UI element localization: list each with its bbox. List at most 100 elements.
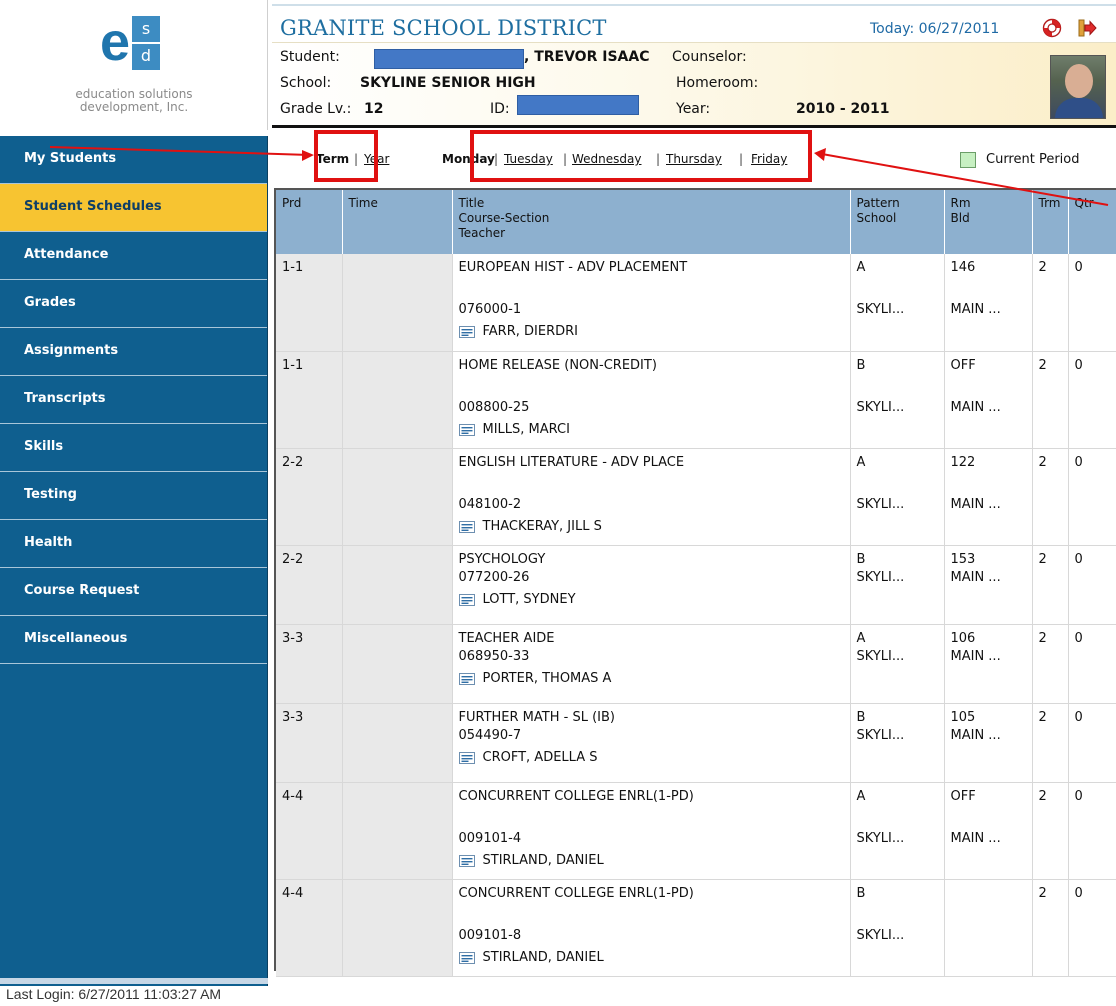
sidebar-item-transcripts[interactable]: Transcripts	[0, 376, 267, 424]
course-section: 009101-4	[458, 830, 522, 846]
teacher: CROFT, ADELLA S	[458, 749, 844, 766]
cell-time	[342, 624, 453, 704]
table-row: 3-3 TEACHER AIDE 068950-33 PORTER, THOMA…	[276, 624, 1116, 704]
cell-pattern: A SKYLI...	[850, 254, 945, 352]
cell-course: PSYCHOLOGY 077200-26 LOTT, SYDNEY	[452, 545, 851, 625]
cell-time	[342, 545, 453, 625]
cell-qtr: 0	[1068, 703, 1116, 783]
sidebar-item-grades[interactable]: Grades	[0, 280, 267, 328]
counselor-label: Counselor:	[672, 49, 747, 65]
school: SKYLI...	[856, 399, 905, 415]
district-name: GRANITE SCHOOL DISTRICT	[280, 16, 607, 40]
cell-time	[342, 448, 453, 546]
cell-qtr: 0	[1068, 254, 1116, 352]
grade-value: 12	[364, 101, 384, 117]
course-section: 048100-2	[458, 496, 522, 512]
cell-course: TEACHER AIDE 068950-33 PORTER, THOMAS A	[452, 624, 851, 704]
sidebar-nav: My Students Student Schedules Attendance…	[0, 136, 268, 986]
sidebar-item-testing[interactable]: Testing	[0, 472, 267, 520]
sidebar-item-miscellaneous[interactable]: Miscellaneous	[0, 616, 267, 664]
building: MAIN ...	[950, 569, 1001, 585]
course-section: 076000-1	[458, 302, 522, 317]
photo-face	[1065, 64, 1093, 98]
pattern: A	[856, 630, 866, 646]
sidebar-item-my-students[interactable]: My Students	[0, 136, 267, 184]
email-teacher-icon[interactable]	[458, 593, 475, 606]
room-spacer	[951, 276, 1026, 292]
room: 153	[950, 551, 976, 567]
school-value: SKYLINE SENIOR HIGH	[360, 75, 536, 91]
teacher-name: CROFT, ADELLA S	[482, 749, 598, 765]
course-section: 077200-26	[458, 569, 530, 585]
logo-letter-e: e	[100, 12, 131, 72]
cell-time	[342, 703, 453, 783]
school: SKYLI...	[856, 727, 905, 743]
table-row: 2-2 PSYCHOLOGY 077200-26 LOTT, SYDNEY B …	[276, 545, 1116, 625]
course-section: 009101-8	[458, 927, 522, 943]
building: MAIN ...	[950, 830, 1001, 846]
cell-qtr: 0	[1068, 782, 1116, 880]
cell-time	[342, 351, 453, 449]
cell-prd: 3-3	[276, 703, 343, 783]
cell-prd: 1-1	[276, 351, 343, 449]
teacher-name: STIRLAND, DANIEL	[482, 949, 604, 965]
cell-course: EUROPEAN HIST - ADV PLACEMENT 076000-1 F…	[452, 254, 851, 352]
course-title: ENGLISH LITERATURE - ADV PLACE	[458, 454, 685, 470]
logout-arrow-icon[interactable]	[1077, 18, 1097, 38]
sidebar-item-health[interactable]: Health	[0, 520, 267, 568]
header: GRANITE SCHOOL DISTRICT Today: 06/27/201…	[272, 0, 1116, 130]
cell-pattern: B SKYLI...	[850, 351, 945, 449]
year-label: Year:	[676, 101, 711, 117]
cell-course: HOME RELEASE (NON-CREDIT) 008800-25 MILL…	[452, 351, 851, 449]
email-teacher-icon[interactable]	[458, 520, 475, 533]
cell-trm: 2	[1032, 448, 1069, 546]
id-redaction	[517, 95, 639, 115]
email-teacher-icon[interactable]	[458, 326, 475, 338]
room: OFF	[950, 357, 976, 373]
teacher: THACKERAY, JILL S	[458, 518, 844, 535]
current-period-swatch	[960, 152, 976, 168]
sidebar-item-student-schedules[interactable]: Student Schedules	[0, 184, 267, 232]
cell-course: CONCURRENT COLLEGE ENRL(1-PD) 009101-8 S…	[452, 879, 851, 977]
pattern-spacer	[857, 374, 938, 390]
email-teacher-icon[interactable]	[458, 672, 475, 685]
room-spacer	[951, 886, 1026, 902]
sidebar-item-course-request[interactable]: Course Request	[0, 568, 267, 616]
course-section: 008800-25	[458, 399, 530, 415]
pattern: B	[856, 357, 866, 373]
table-row: 3-3 FURTHER MATH - SL (IB) 054490-7 CROF…	[276, 703, 1116, 783]
today-date: Today: 06/27/2011	[870, 21, 1000, 37]
lifebuoy-icon[interactable]	[1042, 18, 1062, 38]
room: 146	[950, 260, 976, 275]
pattern: A	[856, 260, 866, 275]
room: OFF	[950, 788, 976, 804]
teacher-name: MILLS, MARCI	[482, 421, 570, 437]
cell-trm: 2	[1032, 879, 1069, 977]
email-teacher-icon[interactable]	[458, 423, 475, 436]
teacher-name: STIRLAND, DANIEL	[482, 852, 604, 868]
course-section: 068950-33	[458, 648, 530, 664]
email-teacher-icon[interactable]	[458, 951, 475, 964]
last-login: Last Login: 6/27/2011 11:03:27 AM	[6, 986, 222, 1002]
cell-prd: 2-2	[276, 545, 343, 625]
room-spacer	[951, 805, 1026, 821]
sidebar-item-attendance[interactable]: Attendance	[0, 232, 267, 280]
teacher-name: LOTT, SYDNEY	[482, 591, 576, 607]
col-qtr: Qtr	[1068, 190, 1116, 254]
email-teacher-icon[interactable]	[458, 751, 475, 764]
room-spacer	[951, 374, 1026, 390]
building: MAIN ...	[950, 496, 1001, 512]
cell-time	[342, 879, 453, 977]
sidebar-item-skills[interactable]: Skills	[0, 424, 267, 472]
room: 122	[950, 454, 976, 470]
teacher-name: FARR, DIERDRI	[482, 324, 578, 339]
col-pattern: Pattern School	[850, 190, 945, 254]
sidebar-item-assignments[interactable]: Assignments	[0, 328, 267, 376]
email-teacher-icon[interactable]	[458, 854, 475, 867]
cell-trm: 2	[1032, 545, 1069, 625]
cell-prd: 3-3	[276, 624, 343, 704]
teacher: FARR, DIERDRI	[458, 324, 844, 340]
teacher-name: THACKERAY, JILL S	[482, 518, 602, 534]
pattern-spacer	[857, 805, 938, 821]
cell-time	[342, 782, 453, 880]
